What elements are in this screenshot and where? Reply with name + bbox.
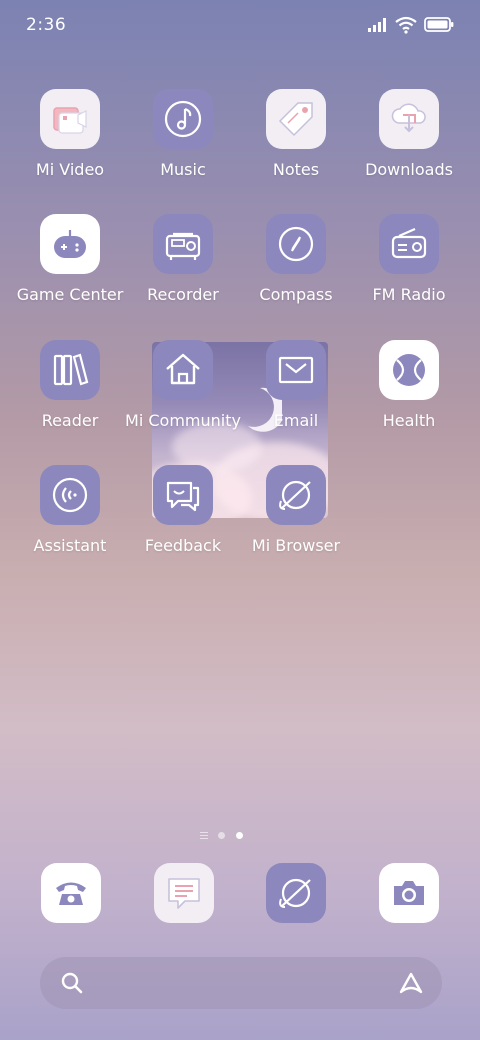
dock-messages[interactable] <box>154 863 214 923</box>
tag-icon <box>266 89 326 149</box>
signal-icon <box>368 18 386 32</box>
app-email[interactable]: Email <box>236 340 356 430</box>
radio-icon <box>379 214 439 274</box>
phone-icon <box>56 882 86 905</box>
app-notes[interactable]: Notes <box>236 89 356 179</box>
app-music[interactable]: Music <box>123 89 243 179</box>
dock-browser[interactable] <box>266 863 326 923</box>
compass-icon <box>266 214 326 274</box>
page-indicator-list-icon <box>200 832 208 841</box>
dock <box>0 863 480 923</box>
app-reader[interactable]: Reader <box>10 340 130 430</box>
gamepad-icon <box>40 214 100 274</box>
app-mi-community[interactable]: Mi Community <box>123 340 243 430</box>
envelope-icon <box>266 340 326 400</box>
page-dot-active[interactable] <box>236 832 243 839</box>
search-icon <box>61 972 83 994</box>
app-assistant[interactable]: Assistant <box>10 465 130 555</box>
planet-icon <box>279 878 311 908</box>
app-mi-browser[interactable]: Mi Browser <box>236 465 356 555</box>
app-label: Mi Community <box>125 411 241 430</box>
dock-camera[interactable] <box>379 863 439 923</box>
app-label: Compass <box>259 285 333 304</box>
app-mi-video[interactable]: Mi Video <box>10 89 130 179</box>
cloud-download-icon <box>379 89 439 149</box>
home-icon <box>153 340 213 400</box>
app-feedback[interactable]: Feedback <box>123 465 243 555</box>
app-compass[interactable]: Compass <box>236 214 356 304</box>
dock-phone[interactable] <box>41 863 101 923</box>
app-health[interactable]: Health <box>349 340 469 430</box>
planet-icon <box>266 465 326 525</box>
app-label: Downloads <box>365 160 453 179</box>
app-recorder[interactable]: Recorder <box>123 214 243 304</box>
search-bar[interactable] <box>40 957 442 1009</box>
app-label: FM Radio <box>372 285 446 304</box>
app-label: Feedback <box>144 536 222 555</box>
app-label: Email <box>273 411 319 430</box>
app-label: Notes <box>272 160 320 179</box>
books-icon <box>40 340 100 400</box>
app-label: Health <box>382 411 436 430</box>
app-label: Game Center <box>16 285 124 304</box>
app-label: Mi Video <box>35 160 105 179</box>
app-label: Mi Browser <box>251 536 341 555</box>
page-dot[interactable] <box>218 832 225 839</box>
video-icon <box>40 89 100 149</box>
assistant-icon <box>40 465 100 525</box>
app-label: Assistant <box>33 536 107 555</box>
app-game-center[interactable]: Game Center <box>10 214 130 304</box>
wifi-icon <box>395 16 417 34</box>
page-indicator[interactable] <box>0 830 480 842</box>
music-note-icon <box>153 89 213 149</box>
status-time: 2:36 <box>26 15 67 35</box>
app-label: Reader <box>41 411 99 430</box>
app-label: Music <box>160 160 206 179</box>
status-bar: 2:36 <box>0 0 480 50</box>
message-icon <box>168 878 200 909</box>
app-fm-radio[interactable]: FM Radio <box>349 214 469 304</box>
camera-icon <box>394 881 424 905</box>
battery-icon <box>424 17 454 32</box>
app-label: Recorder <box>147 285 219 304</box>
chat-bubbles-icon <box>153 465 213 525</box>
app-downloads[interactable]: Downloads <box>349 89 469 179</box>
radio-recorder-icon <box>153 214 213 274</box>
ball-icon <box>379 340 439 400</box>
assistant-logo-icon[interactable] <box>397 970 425 996</box>
